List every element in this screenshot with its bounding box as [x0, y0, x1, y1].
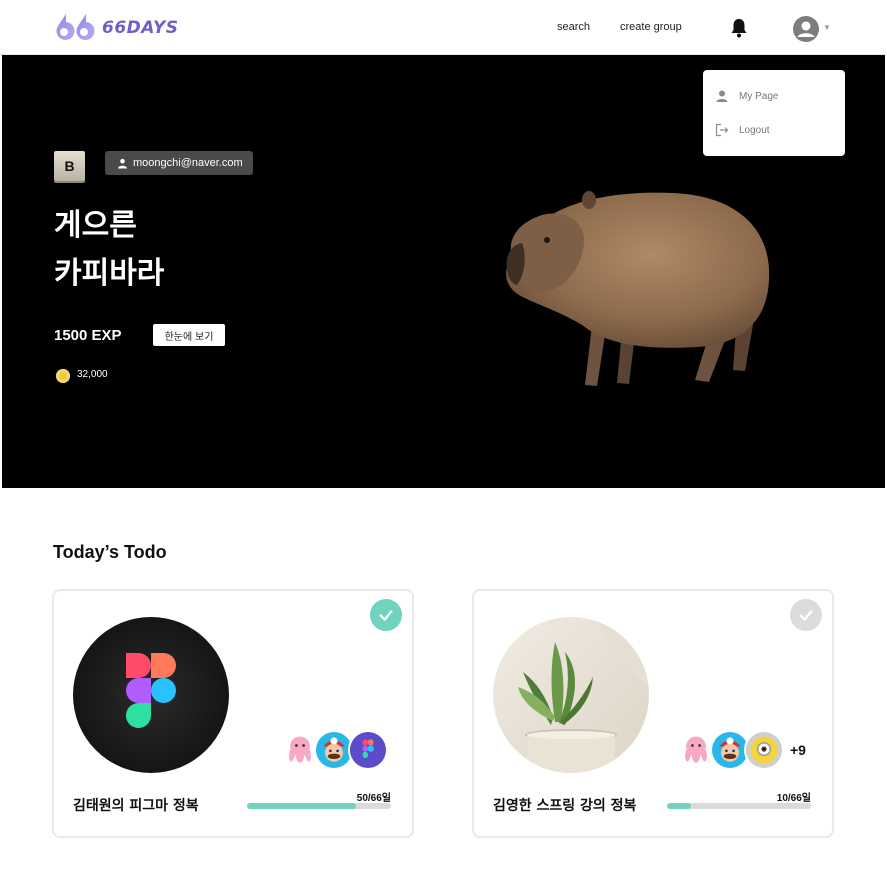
figma-logo-thumbnail: [73, 617, 229, 773]
todo-card[interactable]: 김태원의 피그마 정복 50/66일: [52, 589, 414, 838]
progress-label: 50/66일: [356, 793, 391, 804]
nickname: 게으른 카피바라: [54, 202, 164, 298]
nickname-line-1: 게으른: [54, 208, 137, 243]
menu-item-label: My Page: [739, 90, 779, 102]
check-complete-icon[interactable]: [370, 599, 402, 631]
progress-bar: [247, 803, 391, 809]
nav-search-link[interactable]: search: [557, 21, 590, 33]
email-text: moongchi@naver.com: [133, 157, 243, 169]
progress-fill: [667, 803, 692, 809]
progress-fill: [247, 803, 357, 809]
minion-avatar: [744, 730, 784, 770]
plant-photo-thumbnail: [493, 617, 649, 773]
user-avatar-icon: [797, 21, 815, 37]
exp-value: 1500 EXP: [54, 327, 122, 344]
member-avatars: +9: [676, 730, 806, 770]
section-title-todo: Today’s Todo: [53, 542, 167, 562]
top-nav-bar: 66DAYS search create group ▼: [0, 0, 887, 55]
bell-icon[interactable]: [730, 18, 748, 38]
user-icon: [117, 158, 128, 169]
todo-card-title: 김태원의 피그마 정복: [73, 798, 199, 814]
grade-badge: B: [54, 151, 85, 181]
profile-dropdown-menu: My Page Logout: [703, 70, 845, 156]
menu-item-logout[interactable]: Logout: [715, 121, 770, 139]
logo[interactable]: 66DAYS: [52, 12, 179, 44]
chevron-down-icon[interactable]: ▼: [823, 23, 831, 32]
menu-item-label: Logout: [739, 124, 770, 136]
coin-icon: [56, 369, 70, 383]
todo-card[interactable]: +9 김영한 스프링 강의 정복 10/66일: [472, 589, 834, 838]
progress-bar: [667, 803, 811, 809]
progress-label: 10/66일: [776, 793, 811, 804]
menu-item-my-page[interactable]: My Page: [715, 87, 778, 105]
figma-avatar: [348, 730, 388, 770]
extra-members-count: +9: [790, 742, 806, 758]
member-avatars: [280, 730, 388, 770]
coin-balance: 32,000: [77, 369, 108, 380]
nickname-line-2: 카피바라: [54, 256, 165, 291]
logout-icon: [715, 123, 729, 137]
profile-avatar-button[interactable]: [793, 16, 819, 42]
todo-card-title: 김영한 스프링 강의 정복: [493, 798, 637, 814]
email-badge: moongchi@naver.com: [105, 151, 253, 175]
capybara-image: [506, 191, 770, 386]
logo-text: 66DAYS: [102, 18, 179, 38]
user-icon: [716, 90, 728, 102]
summary-view-button[interactable]: 한눈에 보기: [153, 324, 225, 346]
nav-create-group-link[interactable]: create group: [620, 21, 682, 33]
logo-mark-icon: [56, 14, 95, 40]
check-incomplete-icon[interactable]: [790, 599, 822, 631]
